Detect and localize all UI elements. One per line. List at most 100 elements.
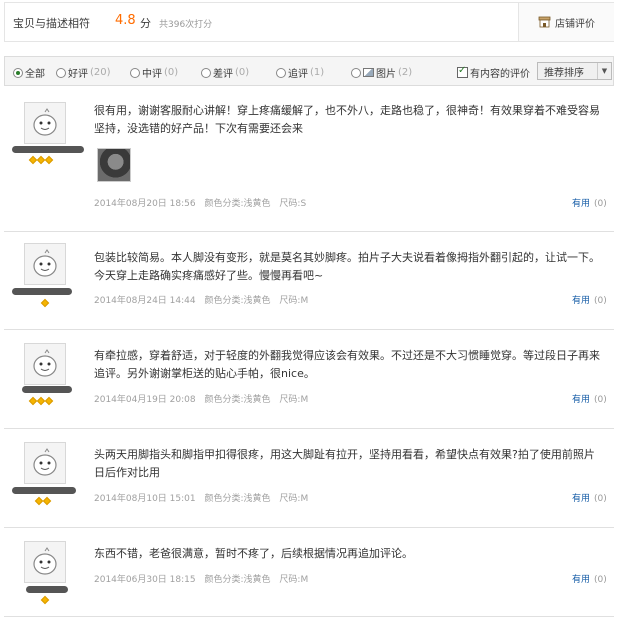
review-size: 尺码:M [279,575,309,585]
review-date: 2014年08月24日 14:44 [94,296,196,306]
username-masked [12,487,76,494]
radio-all[interactable] [13,67,23,78]
helpful-button[interactable]: 有用 (0) [572,491,607,504]
username-masked [12,146,84,153]
review-date: 2014年06月30日 18:15 [94,575,196,585]
filter-all-label: 全部 [25,69,45,80]
review-text: 有牵拉感，穿着舒适，对于轻度的外翻我觉得应该会有效果。不过还是不大习惯睡觉穿。等… [94,349,600,380]
helpful-label[interactable]: 有用 [572,395,590,405]
username-masked [12,288,72,295]
review-meta: 2014年08月10日 15:01 颜色分类:浅黄色 尺码:M [94,491,308,504]
shop-rating-button[interactable]: 店铺评价 [518,3,614,41]
review-color: 颜色分类:浅黄色 [204,575,271,585]
helpful-button[interactable]: 有用 (0) [572,196,607,209]
radio-picture[interactable] [351,67,361,78]
rating-header: 宝贝与描述相符 4.8 分 共396次打分 店铺评价 [4,2,614,42]
review-item: 很有用，谢谢客服耐心讲解！穿上疼痛缓解了，也不外八，走路也稳了，很神奇！有效果穿… [4,90,614,232]
helpful-count: (0) [594,575,607,585]
review-color: 颜色分类:浅黄色 [204,494,271,504]
filter-good-count: (20) [90,67,111,78]
review-size: 尺码:M [279,395,309,405]
filter-mid-label: 中评 [142,69,162,80]
rank-diamond-icon [40,298,50,308]
review-item: 包装比较简易。本人脚没有变形，就是莫名其妙脚疼。拍片子大夫说看着像拇指外翻引起的… [4,233,614,330]
filter-good-label: 好评 [68,69,88,80]
filter-mid[interactable]: 中评 (0) [130,65,178,80]
filter-bar: 全部 好评 (20) 中评 (0) 差评 (0) 追评 (1) 图片 (2) 有… [4,56,614,86]
review-color: 颜色分类:浅黄色 [204,199,271,209]
review-photo-thumbnail[interactable] [97,148,131,182]
has-content-label: 有内容的评价 [470,69,530,80]
filter-followup-label: 追评 [288,69,308,80]
score-label: 宝贝与描述相符 [13,17,90,30]
filter-all[interactable]: 全部 [13,65,45,80]
shop-rating-label: 店铺评价 [555,18,595,30]
chevron-down-icon[interactable]: ▼ [597,63,611,79]
filter-good[interactable]: 好评 (20) [56,65,111,80]
review-meta: 2014年08月24日 14:44 颜色分类:浅黄色 尺码:M [94,293,308,306]
filter-mid-count: (0) [164,67,179,78]
helpful-label[interactable]: 有用 [572,296,590,306]
review-text: 东西不错，老爸很满意，暂时不疼了，后续根据情况再追加评论。 [94,547,413,560]
helpful-count: (0) [594,296,607,306]
filter-bad[interactable]: 差评 (0) [201,65,249,80]
helpful-button[interactable]: 有用 (0) [572,572,607,585]
filter-picture[interactable]: 图片 (2) [351,65,412,80]
picture-icon [363,68,374,77]
review-size: 尺码:M [279,296,309,306]
review-item: 有牵拉感，穿着舒适，对于轻度的外翻我觉得应该会有效果。不过还是不大习惯睡觉穿。等… [4,331,614,429]
avatar[interactable] [24,343,66,385]
filter-bad-label: 差评 [213,69,233,80]
rank-diamond-icon [40,595,50,605]
rank-diamond-icon [44,396,54,406]
review-color: 颜色分类:浅黄色 [204,395,271,405]
helpful-label[interactable]: 有用 [572,575,590,585]
helpful-label[interactable]: 有用 [572,494,590,504]
filter-picture-label: 图片 [376,69,396,80]
review-size: 尺码:S [279,199,307,209]
helpful-button[interactable]: 有用 (0) [572,392,607,405]
avatar[interactable] [24,243,66,285]
review-size: 尺码:M [279,494,309,504]
filter-picture-count: (2) [398,67,413,78]
has-content-checkbox[interactable] [457,65,468,78]
radio-good[interactable] [56,67,66,78]
avatar-face-icon [33,547,57,575]
buyer-rank [28,396,54,406]
review-text: 很有用，谢谢客服耐心讲解！穿上疼痛缓解了，也不外八，走路也稳了，很神奇！有效果穿… [94,104,600,135]
review-date: 2014年08月20日 18:56 [94,199,196,209]
score-count: 共396次打分 [159,20,213,30]
has-content-filter[interactable]: 有内容的评价 [457,65,530,80]
avatar-face-icon [33,249,57,277]
review-item: 头两天用脚指头和脚指甲扣得很疼，用这大脚趾有拉开，坚持用看看，希望快点有效果?拍… [4,430,614,528]
filter-followup[interactable]: 追评 (1) [276,65,324,80]
avatar[interactable] [24,102,66,144]
username-masked [26,586,68,593]
helpful-label[interactable]: 有用 [572,199,590,209]
sort-select[interactable]: 推荐排序 ▼ [537,62,612,80]
helpful-count: (0) [594,199,607,209]
rank-diamond-icon [44,155,54,165]
score-value: 4.8 [115,13,136,28]
review-color: 颜色分类:浅黄色 [204,296,271,306]
review-meta: 2014年08月20日 18:56 颜色分类:浅黄色 尺码:S [94,196,306,209]
avatar[interactable] [24,541,66,583]
rank-diamond-icon [42,496,52,506]
filter-bad-count: (0) [235,67,250,78]
filter-followup-count: (1) [310,67,325,78]
avatar[interactable] [24,442,66,484]
review-item: 东西不错，老爸很满意，暂时不疼了，后续根据情况再追加评论。 2014年06月30… [4,529,614,617]
review-text: 头两天用脚指头和脚指甲扣得很疼，用这大脚趾有拉开，坚持用看看，希望快点有效果?拍… [94,448,595,479]
buyer-rank [40,595,50,605]
review-text: 包装比较简易。本人脚没有变形，就是莫名其妙脚疼。拍片子大夫说看着像拇指外翻引起的… [94,251,600,282]
review-date: 2014年04月19日 20:08 [94,395,196,405]
avatar-face-icon [33,349,57,377]
radio-mid[interactable] [130,67,140,78]
helpful-count: (0) [594,395,607,405]
review-date: 2014年08月10日 15:01 [94,494,196,504]
radio-bad[interactable] [201,67,211,78]
review-meta: 2014年06月30日 18:15 颜色分类:浅黄色 尺码:M [94,572,308,585]
avatar-face-icon [33,108,57,136]
radio-followup[interactable] [276,67,286,78]
helpful-button[interactable]: 有用 (0) [572,293,607,306]
